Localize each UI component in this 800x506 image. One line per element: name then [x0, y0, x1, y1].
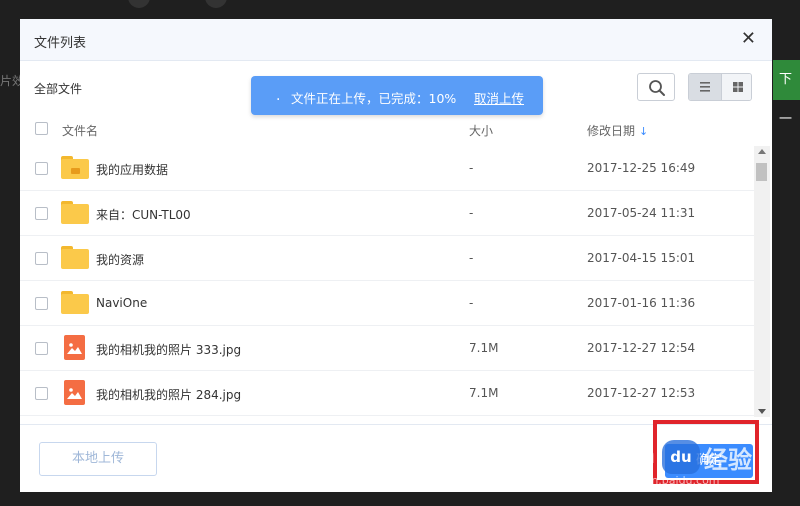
file-row[interactable]: 我的相机我的照片 333.jpg 7.1M 2017-12-27 12:54 [20, 326, 754, 371]
image-file-icon [64, 335, 85, 360]
app-folder-icon [61, 156, 89, 180]
file-size: 7.1M [469, 386, 499, 400]
loading-icon: . [276, 88, 281, 104]
file-name[interactable]: 我的相机我的照片 284.jpg [96, 386, 241, 403]
cancel-upload-link[interactable]: 取消上传 [474, 88, 524, 107]
file-name[interactable]: 我的应用数据 [96, 161, 168, 178]
file-date: 2017-05-24 11:31 [587, 206, 696, 220]
list-view-button[interactable] [689, 74, 721, 100]
row-checkbox[interactable] [35, 207, 48, 220]
file-name[interactable]: 我的相机我的照片 333.jpg [96, 341, 241, 358]
sort-down-icon: ↓ [639, 125, 649, 138]
upload-status-text: 文件正在上传，已完成：10% [291, 91, 457, 106]
file-row[interactable]: 来自：CUN-TL00 - 2017-05-24 11:31 [20, 191, 754, 236]
local-upload-button[interactable]: 本地上传 [39, 442, 157, 476]
file-name[interactable]: 我的资源 [96, 251, 144, 268]
breadcrumb[interactable]: 全部文件 [34, 80, 82, 97]
row-checkbox[interactable] [35, 387, 48, 400]
row-checkbox[interactable] [35, 162, 48, 175]
view-mode-toggle [688, 73, 752, 101]
file-row[interactable]: NaviOne - 2017-01-16 11:36 [20, 281, 754, 326]
file-row[interactable]: 我的资源 - 2017-04-15 15:01 [20, 236, 754, 281]
file-name[interactable]: 来自：CUN-TL00 [96, 206, 191, 223]
file-date: 2017-01-16 11:36 [587, 296, 696, 310]
row-checkbox[interactable] [35, 252, 48, 265]
file-size: 7.1M [469, 341, 499, 355]
file-date: 2017-04-15 15:01 [587, 251, 696, 265]
column-name-header[interactable]: 文件名 [62, 122, 98, 139]
folder-icon [61, 246, 89, 270]
scroll-thumb[interactable] [756, 163, 767, 181]
file-date: 2017-12-25 16:49 [587, 161, 696, 175]
folder-icon [61, 291, 89, 315]
scroll-up-icon[interactable] [758, 149, 766, 154]
close-icon[interactable]: ✕ [741, 29, 756, 49]
dialog-header: 文件列表 ✕ [20, 19, 772, 61]
file-date: 2017-12-27 12:53 [587, 386, 696, 400]
background-next-button[interactable]: 下一 [773, 60, 800, 127]
file-size: - [469, 296, 474, 310]
column-date-label: 修改日期 [587, 124, 636, 138]
file-row[interactable]: 我的应用数据 - 2017-12-25 16:49 [20, 146, 754, 191]
select-all-checkbox[interactable] [35, 122, 48, 135]
search-icon [649, 80, 665, 96]
list-scrollbar[interactable] [754, 146, 770, 417]
search-button[interactable] [637, 73, 675, 101]
row-checkbox[interactable] [35, 342, 48, 355]
file-row[interactable]: 我的相机我的照片 284.jpg 7.1M 2017-12-27 12:53 [20, 371, 754, 416]
highlight-box [653, 420, 759, 484]
column-date-header[interactable]: 修改日期 ↓ [587, 122, 648, 139]
grid-view-icon [733, 82, 743, 92]
folder-icon [61, 201, 89, 225]
background-dot [128, 0, 150, 8]
file-date: 2017-12-27 12:54 [587, 341, 696, 355]
file-size: - [469, 251, 474, 265]
background-dot [205, 0, 227, 8]
grid-view-button[interactable] [721, 74, 751, 100]
list-view-icon [700, 82, 710, 92]
file-size: - [469, 206, 474, 220]
row-checkbox[interactable] [35, 297, 48, 310]
column-header: 文件名 大小 修改日期 ↓ [20, 117, 772, 141]
file-name[interactable]: NaviOne [96, 296, 147, 310]
file-size: - [469, 161, 474, 175]
upload-progress-toast: . 文件正在上传，已完成：10% 取消上传 [251, 76, 543, 115]
image-file-icon [64, 380, 85, 405]
dialog-title: 文件列表 [34, 36, 87, 51]
column-size-header[interactable]: 大小 [469, 122, 493, 139]
file-list: 我的应用数据 - 2017-12-25 16:49 来自：CUN-TL00 - … [20, 146, 754, 417]
scroll-down-icon[interactable] [758, 409, 766, 414]
